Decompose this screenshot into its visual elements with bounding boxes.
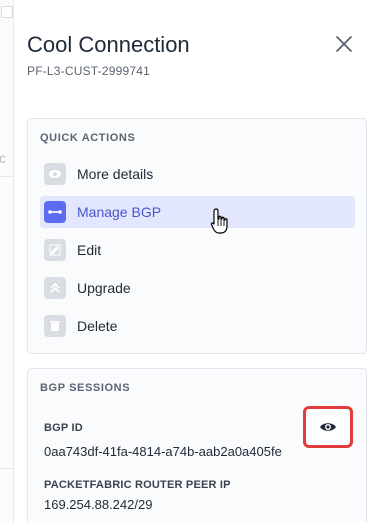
action-label: More details (77, 166, 154, 182)
double-arrow-icon (44, 201, 66, 223)
close-button[interactable] (332, 32, 356, 56)
peer-ip-value: 169.254.88.242/29 (44, 497, 153, 512)
more-details-action[interactable]: More details (40, 158, 355, 190)
action-label: Edit (77, 242, 102, 258)
eye-icon (320, 423, 336, 431)
pencil-icon (44, 239, 66, 261)
edit-action[interactable]: Edit (40, 234, 355, 266)
action-label: Manage BGP (77, 204, 162, 220)
upgrade-action[interactable]: Upgrade (40, 272, 355, 304)
panel-title: Cool Connection (27, 32, 190, 57)
background-page: c (0, 0, 14, 523)
quick-actions-title: QUICK ACTIONS (40, 132, 136, 144)
chevrons-up-icon (44, 277, 66, 299)
bgp-id-value: 0aa743df-41fa-4814-a74b-aab2a0a405fe (44, 444, 282, 459)
quick-actions-card: QUICK ACTIONS More details Manage BGP Ed… (27, 118, 367, 354)
screen: c Cool Connection PF-L3-CUST-2999741 QUI… (0, 0, 381, 523)
eye-icon (44, 163, 66, 185)
action-label: Delete (77, 318, 118, 334)
background-divider (0, 176, 13, 177)
background-checkbox (1, 6, 13, 18)
bgp-sessions-title: BGP SESSIONS (40, 382, 131, 394)
background-text: c (0, 150, 6, 166)
delete-action[interactable]: Delete (40, 310, 355, 342)
panel-subtitle: PF-L3-CUST-2999741 (27, 64, 150, 78)
view-bgp-session-button[interactable] (303, 406, 353, 448)
hand-cursor-icon (210, 208, 228, 234)
close-icon (336, 36, 352, 52)
background-divider (0, 468, 13, 469)
bgp-id-label: BGP ID (44, 422, 83, 434)
action-label: Upgrade (77, 280, 131, 296)
trash-icon (44, 315, 66, 337)
peer-ip-label: PACKETFABRIC ROUTER PEER IP (44, 479, 231, 491)
manage-bgp-action[interactable]: Manage BGP (40, 196, 355, 228)
